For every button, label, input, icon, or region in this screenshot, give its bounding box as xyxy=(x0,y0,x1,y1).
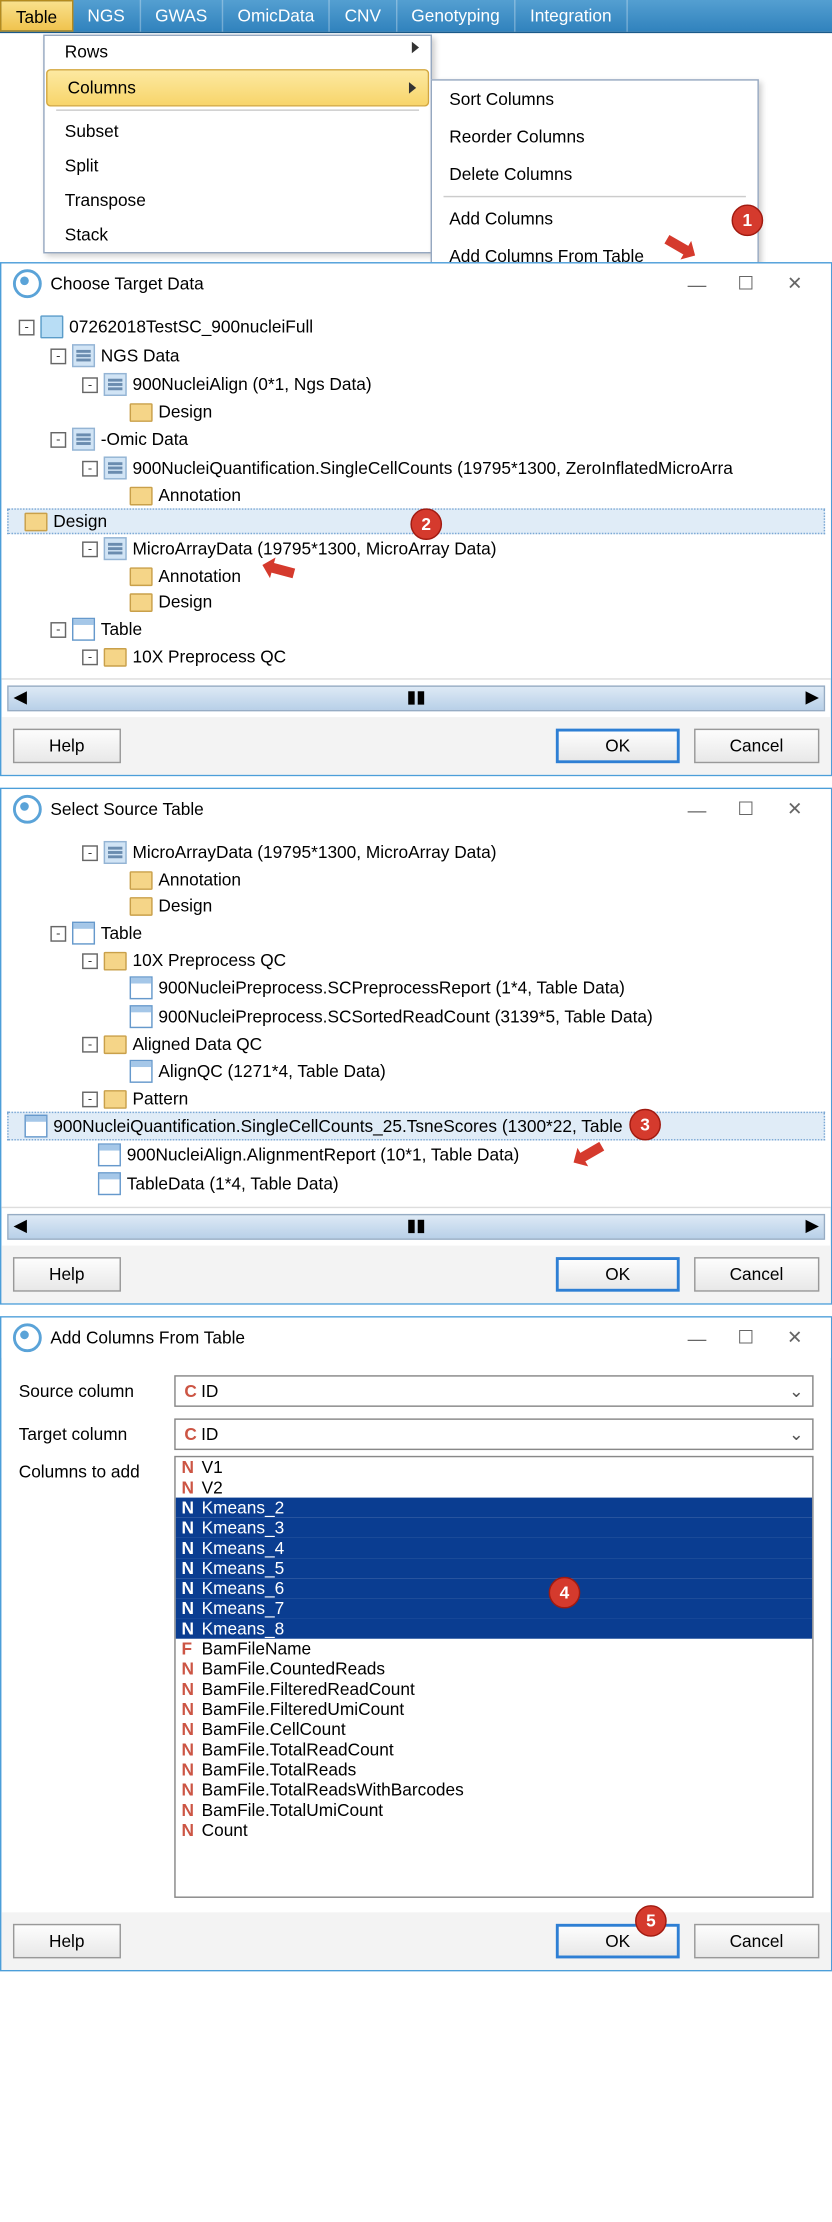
app-icon xyxy=(13,269,42,298)
menuitem-columns[interactable]: Columns xyxy=(46,69,429,106)
minimize-button[interactable]: — xyxy=(672,273,721,295)
columns-listbox[interactable]: NV1NV2NKmeans_2NKmeans_3NKmeans_4NKmeans… xyxy=(174,1456,813,1898)
list-item[interactable]: NKmeans_3 xyxy=(176,1518,812,1538)
list-item[interactable]: FBamFileName xyxy=(176,1639,812,1659)
menuitem-stack[interactable]: Stack xyxy=(45,217,431,252)
cancel-button[interactable]: Cancel xyxy=(694,1257,820,1292)
list-item[interactable]: NBamFile.TotalReadsWithBarcodes xyxy=(176,1780,812,1800)
menuitem-add-columns[interactable]: Add Columns xyxy=(432,200,757,237)
list-item[interactable]: NKmeans_5 xyxy=(176,1558,812,1578)
list-item[interactable]: NBamFile.FilteredReadCount xyxy=(176,1679,812,1699)
menuitem-sort-columns[interactable]: Sort Columns xyxy=(432,81,757,118)
tree-item-tsne-selected[interactable]: 900NucleiQuantification.SingleCellCounts… xyxy=(7,1112,825,1141)
callout-5: 5 xyxy=(635,1905,667,1937)
target-tree[interactable]: -07262018TestSC_900nucleiFull -NGS Data … xyxy=(1,304,830,680)
columns-flyout: Sort Columns Reorder Columns Delete Colu… xyxy=(431,79,759,276)
callout-1: 1 xyxy=(732,204,764,236)
list-item[interactable]: NKmeans_8 xyxy=(176,1619,812,1639)
submenu-arrow-icon xyxy=(412,42,419,54)
cancel-button[interactable]: Cancel xyxy=(694,729,820,764)
list-item[interactable]: NBamFile.TotalUmiCount xyxy=(176,1800,812,1820)
close-button[interactable]: ✕ xyxy=(770,272,819,295)
dialog-title: Select Source Table xyxy=(50,799,672,819)
dialog-choose-target: Choose Target Data — ☐ ✕ -07262018TestSC… xyxy=(0,262,832,776)
source-column-select[interactable]: CID⌄ xyxy=(174,1375,813,1407)
list-item[interactable]: NKmeans_2 xyxy=(176,1498,812,1518)
dialog-add-columns: Add Columns From Table — ☐ ✕ Source colu… xyxy=(0,1316,832,1971)
menuitem-delete-columns[interactable]: Delete Columns xyxy=(432,156,757,193)
app-icon xyxy=(13,795,42,824)
minimize-button[interactable]: — xyxy=(672,1327,721,1349)
menu-cnv[interactable]: CNV xyxy=(330,0,397,32)
menu-table[interactable]: Table xyxy=(0,0,73,32)
source-column-label: Source column xyxy=(19,1381,163,1401)
dialog-title: Choose Target Data xyxy=(50,274,672,294)
menuitem-reorder-columns[interactable]: Reorder Columns xyxy=(432,118,757,155)
list-item[interactable]: NCount xyxy=(176,1820,812,1840)
list-item[interactable]: NV2 xyxy=(176,1477,812,1497)
source-tree[interactable]: -MicroArrayData (19795*1300, MicroArray … xyxy=(1,829,830,1208)
help-button[interactable]: Help xyxy=(13,729,121,764)
target-column-select[interactable]: CID⌄ xyxy=(174,1418,813,1450)
h-scrollbar[interactable]: ◀▮▮▶ xyxy=(7,1214,825,1240)
menu-omicdata[interactable]: OmicData xyxy=(223,0,330,32)
table-submenu: Rows Columns Subset Split Transpose Stac… xyxy=(43,35,432,254)
menu-genotyping[interactable]: Genotyping xyxy=(397,0,516,32)
menuitem-transpose[interactable]: Transpose xyxy=(45,183,431,218)
callout-3: 3 xyxy=(629,1109,661,1141)
columns-to-add-label: Columns to add xyxy=(19,1462,163,1482)
dialog-title: Add Columns From Table xyxy=(50,1328,672,1348)
menu-gwas[interactable]: GWAS xyxy=(141,0,223,32)
submenu-arrow-icon xyxy=(409,82,416,94)
h-scrollbar[interactable]: ◀▮▮▶ xyxy=(7,685,825,711)
app-icon xyxy=(13,1323,42,1352)
menu-integration[interactable]: Integration xyxy=(516,0,628,32)
menuitem-subset[interactable]: Subset xyxy=(45,114,431,149)
list-item[interactable]: NBamFile.CountedReads xyxy=(176,1659,812,1679)
help-button[interactable]: Help xyxy=(13,1924,121,1959)
callout-4: 4 xyxy=(549,1577,581,1609)
minimize-button[interactable]: — xyxy=(672,798,721,820)
list-item[interactable]: NBamFile.CellCount xyxy=(176,1719,812,1739)
list-item[interactable]: NKmeans_6 xyxy=(176,1578,812,1598)
menubar: Table NGS GWAS OmicData CNV Genotyping I… xyxy=(0,0,832,33)
close-button[interactable]: ✕ xyxy=(770,1326,819,1349)
cancel-button[interactable]: Cancel xyxy=(694,1924,820,1959)
ok-button[interactable]: OK xyxy=(556,729,679,764)
menuitem-split[interactable]: Split xyxy=(45,148,431,183)
dialog-select-source: Select Source Table — ☐ ✕ -MicroArrayDat… xyxy=(0,788,832,1305)
list-item[interactable]: NV1 xyxy=(176,1457,812,1477)
target-column-label: Target column xyxy=(19,1424,163,1444)
menuitem-rows[interactable]: Rows xyxy=(45,36,431,68)
help-button[interactable]: Help xyxy=(13,1257,121,1292)
menu-ngs[interactable]: NGS xyxy=(73,0,141,32)
list-item[interactable]: NKmeans_4 xyxy=(176,1538,812,1558)
maximize-button[interactable]: ☐ xyxy=(721,272,770,295)
maximize-button[interactable]: ☐ xyxy=(721,798,770,821)
list-item[interactable]: NBamFile.TotalReads xyxy=(176,1760,812,1780)
callout-2: 2 xyxy=(410,508,442,540)
close-button[interactable]: ✕ xyxy=(770,798,819,821)
list-item[interactable]: NBamFile.TotalReadCount xyxy=(176,1740,812,1760)
maximize-button[interactable]: ☐ xyxy=(721,1326,770,1349)
list-item[interactable]: NKmeans_7 xyxy=(176,1598,812,1618)
list-item[interactable]: NBamFile.FilteredUmiCount xyxy=(176,1699,812,1719)
ok-button[interactable]: OK xyxy=(556,1257,679,1292)
